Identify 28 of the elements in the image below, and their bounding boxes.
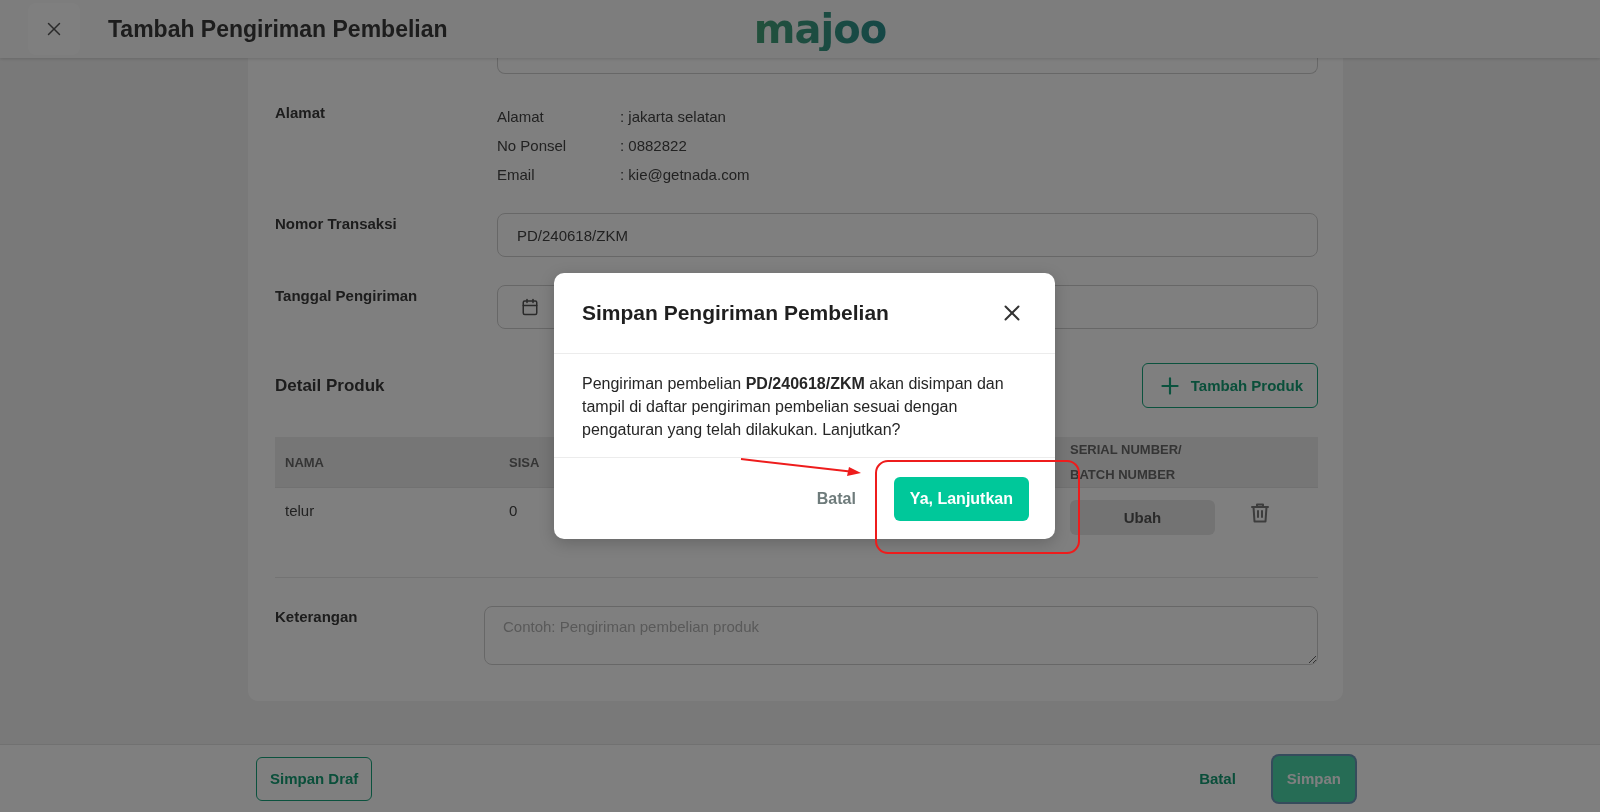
table-cell-text: telur <box>285 501 316 521</box>
input-field[interactable] <box>497 58 1318 74</box>
dialog-message: Pengiriman pembelian PD/240618/ZKM akan disimpan dan tampil di daftar pengiriman pembelian sesuai dengan pengaturan yang telah dilakukan. Lanjutkan? <box>582 374 1005 440</box>
page-title: Tambah Pengiriman Pembelian <box>108 15 448 43</box>
save-draft-button[interactable]: Simpan Draf <box>256 756 373 801</box>
column-header: SISA <box>509 453 541 472</box>
save-button[interactable]: Simpan <box>1272 755 1355 802</box>
dialog-title: Simpan Pengiriman Pembelian <box>582 301 889 325</box>
cancel-button[interactable]: Batal <box>1199 770 1236 787</box>
address-label: Alamat <box>497 107 545 127</box>
field-label: Nomor Transaksi <box>275 214 398 234</box>
confirm-button[interactable]: Ya, Lanjutkan <box>893 476 1029 521</box>
text-field[interactable]: PD/240618/ZKM <box>497 213 1318 257</box>
calendar-icon <box>521 298 539 316</box>
address-value: : jakarta selatan <box>620 107 727 127</box>
table-cell-text: 0 <box>509 501 519 521</box>
trash-icon[interactable] <box>1251 503 1269 523</box>
address-value: : 0882822 <box>620 136 688 156</box>
address-value: : kie@getnada.com <box>620 165 751 185</box>
field-label: Keterangan <box>275 607 359 627</box>
column-header: NAMA <box>285 453 325 472</box>
field-label: Alamat <box>275 103 327 123</box>
address-label: Email <box>497 165 536 185</box>
field-label: Tanggal Pengiriman <box>275 286 419 306</box>
address-label: No Ponsel <box>497 136 568 156</box>
add-product-button[interactable]: Tambah Produk <box>1141 363 1318 408</box>
cancel-button[interactable]: Batal <box>816 489 856 508</box>
section-title: Detail Produk <box>275 375 385 396</box>
